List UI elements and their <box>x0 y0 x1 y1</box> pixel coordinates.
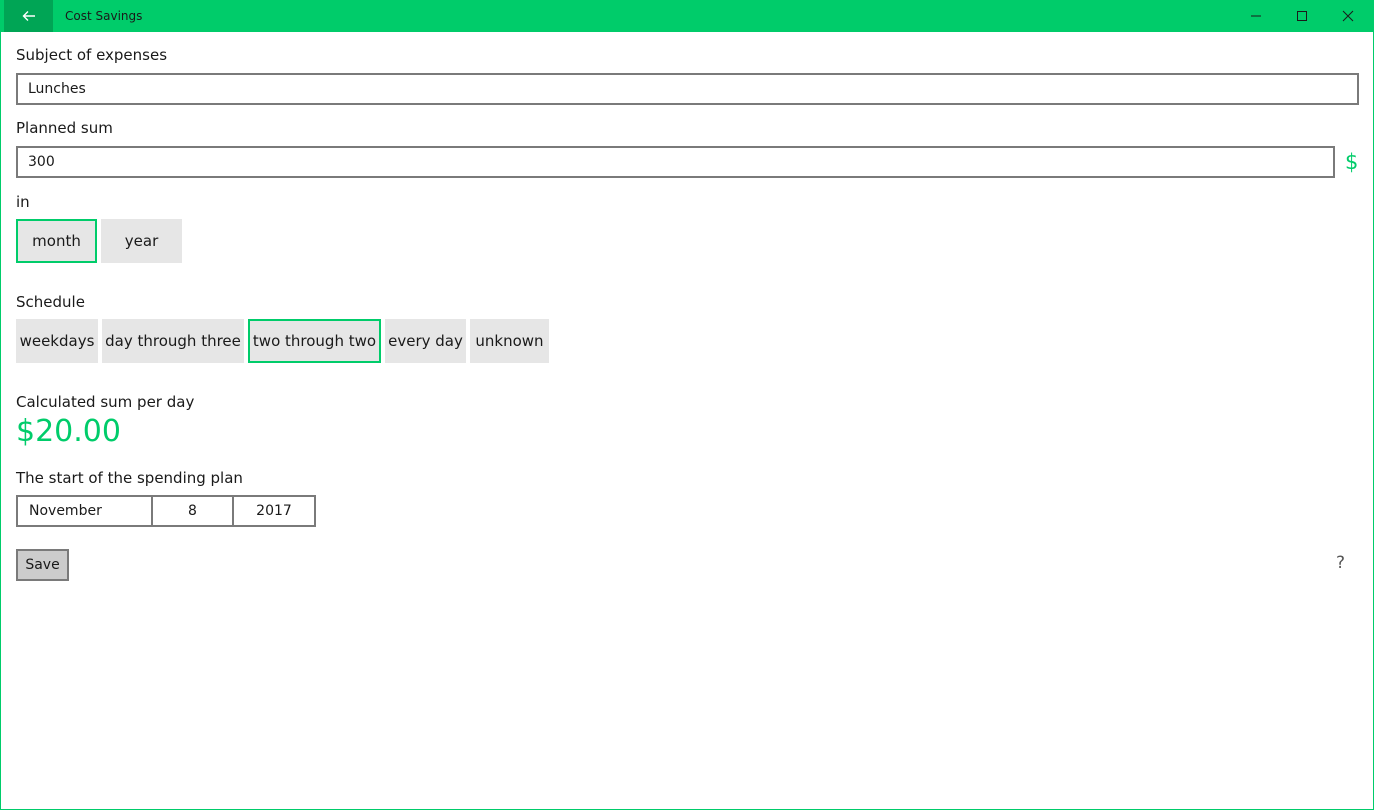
subject-label: Subject of expenses <box>16 46 168 64</box>
planned-sum-label: Planned sum <box>16 119 113 137</box>
schedule-day-through-three-toggle[interactable]: day through three <box>102 319 244 363</box>
subject-input[interactable] <box>16 73 1359 105</box>
schedule-unknown-toggle[interactable]: unknown <box>470 319 549 363</box>
schedule-weekdays-toggle[interactable]: weekdays <box>16 319 98 363</box>
back-button[interactable] <box>4 0 53 32</box>
period-label: in <box>16 193 30 211</box>
app-window: Cost Savings Subject of expenses Planned… <box>0 0 1374 810</box>
period-year-toggle[interactable]: year <box>101 219 182 263</box>
month-field[interactable]: November <box>18 497 153 525</box>
maximize-icon <box>1297 11 1307 21</box>
back-arrow-icon <box>22 11 35 21</box>
help-icon[interactable]: ? <box>1336 553 1345 573</box>
period-month-toggle[interactable]: month <box>16 219 97 263</box>
schedule-two-through-two-toggle[interactable]: two through two <box>248 319 381 363</box>
minimize-button[interactable] <box>1233 0 1279 32</box>
save-button[interactable]: Save <box>16 549 69 581</box>
start-date-label: The start of the spending plan <box>16 469 243 487</box>
year-field[interactable]: 2017 <box>234 497 314 525</box>
currency-symbol: $ <box>1345 150 1359 174</box>
close-icon <box>1342 10 1354 22</box>
schedule-label: Schedule <box>16 293 85 311</box>
calculated-sum-value: $20.00 <box>16 414 121 449</box>
planned-sum-input[interactable] <box>16 146 1335 178</box>
calculated-sum-label: Calculated sum per day <box>16 393 195 411</box>
maximize-button[interactable] <box>1279 0 1325 32</box>
schedule-every-day-toggle[interactable]: every day <box>385 319 466 363</box>
window-title: Cost Savings <box>65 9 143 23</box>
day-field[interactable]: 8 <box>153 497 234 525</box>
close-button[interactable] <box>1325 0 1371 32</box>
start-date-picker[interactable]: November 8 2017 <box>16 495 316 527</box>
minimize-icon <box>1251 15 1261 17</box>
title-bar: Cost Savings <box>1 0 1373 32</box>
